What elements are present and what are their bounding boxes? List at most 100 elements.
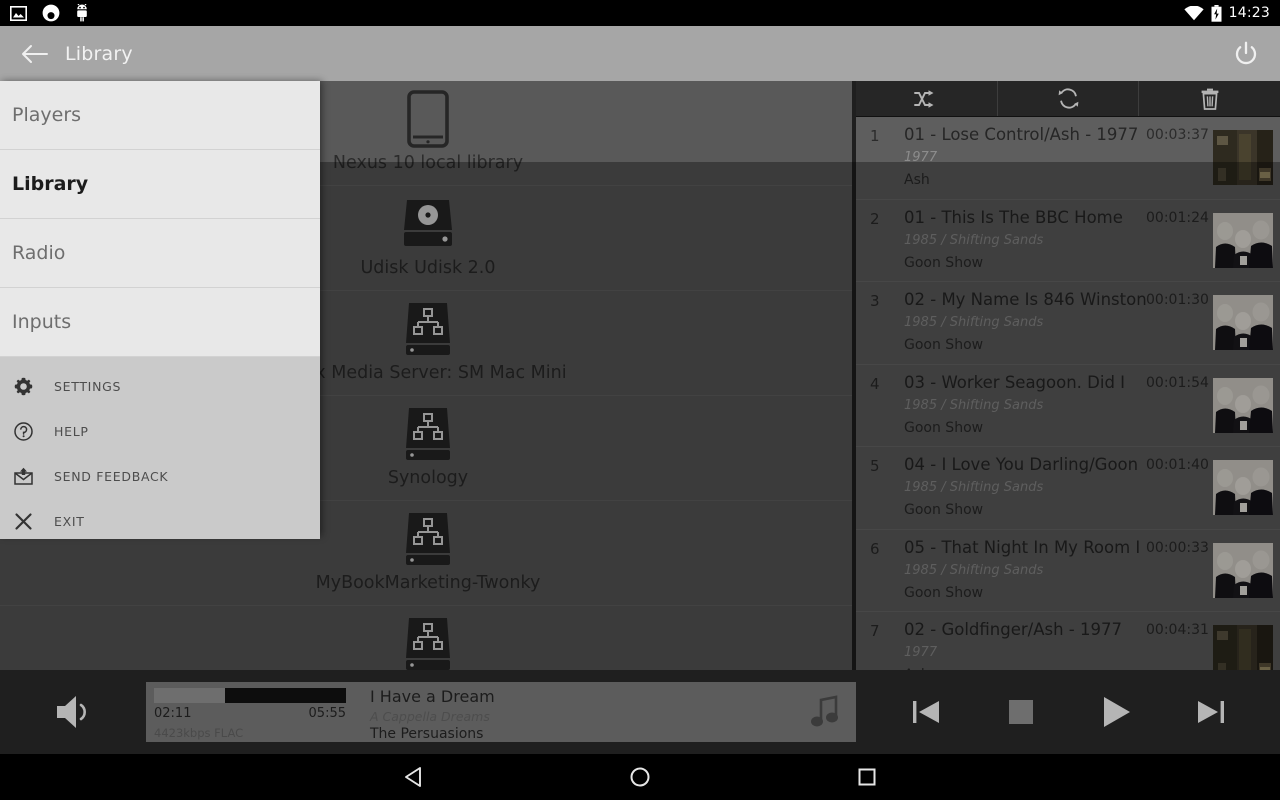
repeat-icon — [1058, 88, 1078, 109]
tablet-icon — [407, 90, 449, 148]
next-button[interactable] — [1182, 685, 1240, 739]
hard-disk-icon — [401, 195, 455, 253]
wifi-icon — [1184, 5, 1204, 20]
seek-bar[interactable] — [154, 688, 346, 703]
drawer-action-exit[interactable]: EXIT — [0, 499, 320, 544]
track-duration: 00:04:31 — [1146, 622, 1209, 638]
now-playing-title: I Have a Dream — [370, 687, 495, 706]
drawer-action-settings[interactable]: SETTINGS — [0, 364, 320, 409]
album-art — [1213, 130, 1273, 185]
sidebar-item-players[interactable]: Players — [0, 81, 320, 150]
gear-icon — [14, 377, 44, 396]
track-album-year: 1985 / Shifting Sands — [904, 480, 1044, 495]
app-screen: 14:23 Library Nexus 10 local library Udi… — [0, 0, 1280, 800]
status-clock: 14:23 — [1228, 5, 1270, 21]
network-server-icon — [403, 615, 453, 670]
drawer-action-help[interactable]: HELP — [0, 409, 320, 454]
album-art — [1213, 212, 1273, 268]
nav-home-button[interactable] — [614, 757, 666, 797]
recents-square-icon — [858, 768, 876, 786]
playlist-row[interactable]: 2 01 - This Is The BBC Home 00:01:24 198… — [856, 200, 1280, 282]
album-art — [1213, 625, 1273, 670]
status-system-icons: 14:23 — [1184, 4, 1270, 22]
library-item-label: Synology — [387, 468, 469, 488]
now-playing-album: A Cappella Dreams — [370, 709, 490, 724]
power-icon — [1235, 41, 1257, 64]
nav-back-button[interactable] — [387, 757, 439, 797]
drawer-actions: SETTINGS HELP SEND FEEDBACK EXIT — [0, 357, 320, 539]
track-number: 4 — [870, 374, 880, 393]
track-album-year: 1977 — [904, 645, 938, 660]
playlist-panel: 1 01 - Lose Control/Ash - 1977 00:03:37 … — [856, 81, 1280, 670]
volume-icon — [57, 696, 86, 728]
track-number: 6 — [870, 539, 880, 558]
album-art — [1213, 460, 1273, 515]
shuffle-icon — [914, 89, 934, 108]
drawer-action-label: SETTINGS — [54, 379, 122, 394]
track-number: 1 — [870, 127, 880, 145]
play-button[interactable] — [1087, 685, 1145, 739]
track-duration: 00:00:33 — [1146, 539, 1209, 556]
library-item-partial[interactable] — [0, 606, 856, 670]
drawer-action-label: HELP — [54, 424, 89, 439]
playlist-row[interactable]: 5 04 - I Love You Darling/Goon 00:01:40 … — [856, 447, 1280, 530]
now-playing-card[interactable]: 02:11 05:55 4423kbps FLAC I Have a Dream… — [146, 682, 856, 742]
drawer-action-label: EXIT — [54, 514, 85, 529]
network-server-icon — [403, 510, 453, 568]
progress-fill — [154, 688, 226, 703]
repeat-button[interactable] — [998, 81, 1140, 116]
network-server-icon — [403, 300, 453, 358]
elapsed-time: 02:11 — [154, 706, 192, 721]
sidebar-item-inputs[interactable]: Inputs — [0, 288, 320, 357]
home-circle-icon — [630, 767, 650, 787]
playlist-row[interactable]: 1 01 - Lose Control/Ash - 1977 00:03:37 … — [856, 117, 1280, 200]
previous-button[interactable] — [897, 685, 955, 739]
status-notification-icons — [10, 4, 89, 22]
stop-icon — [1008, 700, 1033, 724]
stop-button[interactable] — [992, 685, 1050, 739]
track-album-year: 1977 — [904, 150, 938, 165]
music-note-icon — [811, 695, 838, 727]
back-button[interactable] — [12, 32, 56, 76]
back-triangle-icon — [404, 767, 421, 787]
time-row: 02:11 05:55 — [154, 706, 346, 721]
library-item-label: Nexus 10 local library — [332, 153, 524, 173]
album-art — [1213, 295, 1273, 350]
trash-icon — [1201, 88, 1219, 110]
library-item-label: Udisk Udisk 2.0 — [360, 258, 496, 278]
track-artist: Goon Show — [904, 584, 984, 601]
track-artist: Goon Show — [904, 254, 984, 271]
track-duration: 00:01:54 — [1146, 374, 1209, 391]
drawer-action-send-feedback[interactable]: SEND FEEDBACK — [0, 454, 320, 499]
track-title: 03 - Worker Seagoon. Did I — [904, 372, 1126, 392]
arrow-left-icon — [22, 44, 48, 63]
power-button[interactable] — [1224, 32, 1268, 76]
sidebar-item-label: Inputs — [12, 311, 72, 333]
playlist-toolbar — [856, 81, 1280, 117]
track-artist: Goon Show — [904, 337, 984, 353]
track-album-year: 1985 / Shifting Sands — [904, 315, 1044, 330]
volume-button[interactable] — [50, 692, 98, 732]
now-playing-art-placeholder — [794, 682, 856, 742]
library-item-label: Plex Media Server: SM Mac Mini — [289, 363, 567, 383]
now-playing-artist: The Persuasions — [370, 726, 484, 742]
shuffle-button[interactable] — [856, 81, 998, 116]
sidebar-item-library[interactable]: Library — [0, 150, 320, 219]
play-icon — [1103, 697, 1130, 727]
track-duration: 00:03:37 — [1146, 127, 1209, 143]
sidebar-item-radio[interactable]: Radio — [0, 219, 320, 288]
android-head-icon — [42, 4, 60, 22]
track-artist: Goon Show — [904, 502, 984, 518]
track-number: 7 — [870, 622, 880, 640]
transport-controls — [856, 670, 1280, 754]
playlist-row[interactable]: 3 02 - My Name Is 846 Winston 00:01:30 1… — [856, 282, 1280, 365]
clear-playlist-button[interactable] — [1139, 81, 1280, 116]
playlist-row[interactable]: 7 02 - Goldfinger/Ash - 1977 00:04:31 19… — [856, 612, 1280, 670]
next-icon — [1197, 701, 1224, 723]
image-icon — [10, 5, 27, 21]
playlist-row[interactable]: 4 03 - Worker Seagoon. Did I 00:01:54 19… — [856, 365, 1280, 447]
playlist-row[interactable]: 6 05 - That Night In My Room I 00:00:33 … — [856, 530, 1280, 612]
android-nav-bar — [0, 754, 1280, 800]
track-artist: Ash — [904, 172, 930, 188]
nav-recents-button[interactable] — [841, 757, 893, 797]
